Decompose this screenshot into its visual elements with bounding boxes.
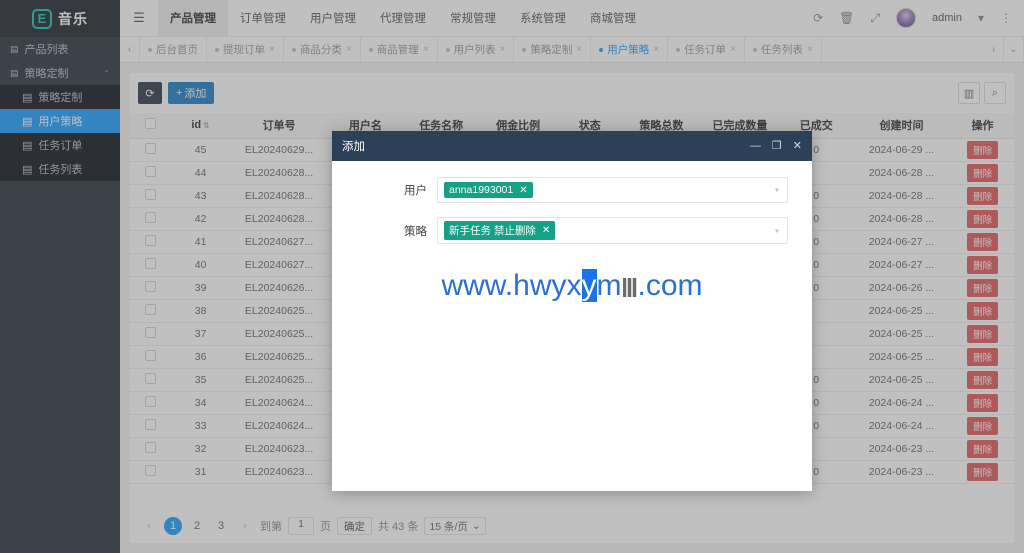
strategy-chip: 新手任务 禁止删除 ✕ [444, 221, 556, 240]
chevron-down-icon: ▾ [774, 226, 779, 235]
dialog-window-controls: — ❐ ✕ [750, 140, 802, 152]
watermark-part2: m [596, 269, 622, 302]
close-icon[interactable]: ✕ [793, 140, 802, 152]
maximize-icon[interactable]: ❐ [772, 140, 782, 152]
app-root: E 音乐 ▤ 产品列表 ▤ 策略定制 ⌃ ▤ 策略定制 ▤ 用户策略 ▤ 任务订… [0, 0, 1024, 553]
chip-remove-icon[interactable]: ✕ [542, 225, 550, 236]
strategy-select-field[interactable]: 新手任务 禁止删除 ✕ ▾ [437, 217, 788, 244]
minimize-icon[interactable]: — [750, 140, 761, 152]
watermark-selected: y [581, 269, 597, 302]
dialog-title-bar[interactable]: 添加 — ❐ ✕ [332, 131, 812, 161]
user-chip: anna1993001 ✕ [444, 182, 533, 198]
user-select-field[interactable]: anna1993001 ✕ ▾ [437, 177, 788, 203]
user-field-label: 用户 [404, 185, 427, 197]
watermark-block-icon [622, 278, 637, 297]
chip-remove-icon[interactable]: ✕ [519, 185, 527, 196]
chevron-down-icon: ▾ [774, 185, 779, 195]
dialog-title: 添加 [342, 141, 365, 153]
strategy-field-label: 策略 [404, 225, 427, 238]
strategy-chip-label: 新手任务 禁止删除 [449, 225, 536, 237]
dialog-body: 用户 anna1993001 ✕ ▾ 策略 新手任务 禁止删除 ✕ ▾ www.… [332, 161, 812, 491]
watermark-text: www.hwyxym .com [332, 269, 812, 303]
form-row-user: 用户 anna1993001 ✕ ▾ [332, 177, 812, 203]
add-dialog: 添加 — ❐ ✕ 用户 anna1993001 ✕ ▾ 策略 新手任务 禁止删除… [332, 131, 812, 491]
watermark-part3: .com [637, 269, 703, 302]
form-row-strategy: 策略 新手任务 禁止删除 ✕ ▾ [332, 217, 812, 244]
user-chip-label: anna1993001 [449, 184, 514, 196]
watermark-part1: www.hwyx [441, 269, 582, 302]
